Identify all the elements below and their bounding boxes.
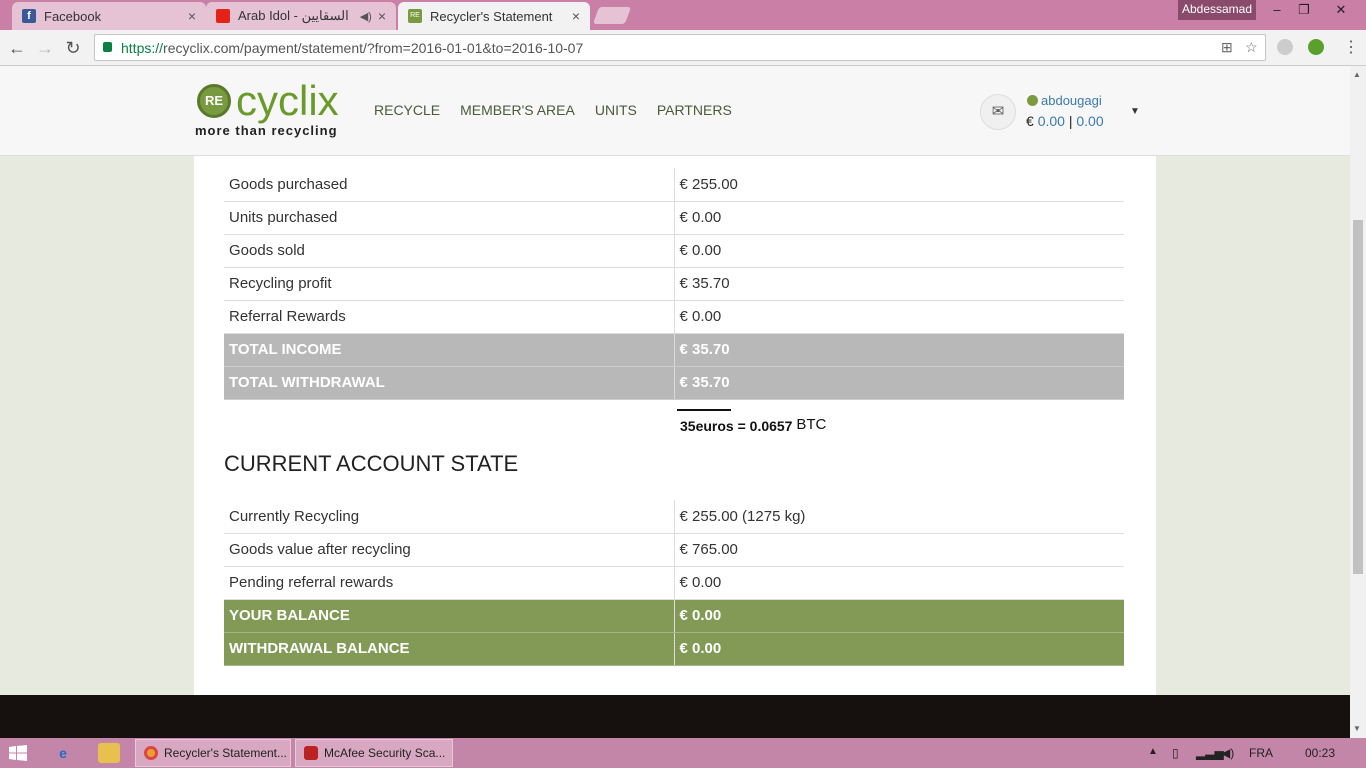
statement-table: Goods purchased € 255.00 Units purchased €… [224,168,1124,400]
menu-icon[interactable]: ⋮ [1340,37,1362,59]
nav-partners[interactable]: PARTNERS [657,102,732,118]
page-viewport: RE cyclix more than recycling RECYCLE ME… [0,66,1350,738]
nav-members-area[interactable]: MEMBER'S AREA [460,102,575,118]
scroll-up-icon[interactable]: ▲ [1353,70,1361,79]
chevron-down-icon[interactable]: ▼ [1130,106,1140,117]
url-text[interactable]: https://recyclix.com/payment/statement/?… [121,40,583,56]
tab-arab-idol[interactable]: Arab Idol - السقايين ◀) × [206,2,396,30]
volume-icon[interactable]: ◀) [1221,746,1234,760]
nav-recycle[interactable]: RECYCLE [374,102,440,118]
nav-units[interactable]: UNITS [595,102,637,118]
file-explorer-icon[interactable] [98,743,120,763]
close-window-icon[interactable]: ✕ [1323,0,1359,20]
tray-chevron-up-icon[interactable]: ▲ [1148,746,1158,757]
chrome-icon [144,746,158,760]
statement-panel: Goods purchased € 255.00 Units purchased €… [194,156,1156,696]
logo-tagline: more than recycling [195,123,338,138]
lock-icon [103,42,112,52]
your-balance-row: YOUR BALANCE € 0.00 [224,599,1124,633]
back-icon[interactable]: ← [6,37,28,59]
youtube-icon [216,9,230,23]
reload-icon[interactable]: ↻ [62,37,84,59]
site-header: RE cyclix more than recycling RECYCLE ME… [0,66,1350,156]
main-nav: RECYCLE MEMBER'S AREA UNITS PARTNERS [374,102,732,118]
clock[interactable]: 00:23 [1305,746,1335,760]
forward-icon[interactable]: → [34,37,56,59]
handwritten-underline [677,409,731,411]
table-row: Referral Rewards € 0.00 [224,300,1124,334]
account-state-table: Currently Recycling € 255.00 (1275 kg) Go… [224,500,1124,666]
total-income-row: TOTAL INCOME € 35.70 [224,333,1124,367]
mcafee-icon [304,746,318,760]
total-withdrawal-row: TOTAL WITHDRAWAL € 35.70 [224,366,1124,400]
close-icon[interactable]: × [188,8,196,24]
extension-leaf-icon[interactable] [1308,39,1324,55]
table-row: Goods sold € 0.00 [224,234,1124,268]
table-row: Units purchased € 0.00 [224,201,1124,235]
online-status-icon [1027,95,1038,106]
site-footer [0,695,1350,738]
tab-title: Arab Idol - السقايين [238,8,349,23]
audio-icon[interactable]: ◀) [360,10,372,23]
table-row: Recycling profit € 35.70 [224,267,1124,301]
btc-annotation: 35euros = 0.0657 BTC [680,416,827,434]
close-icon[interactable]: × [572,8,580,24]
scroll-down-icon[interactable]: ▼ [1353,724,1361,733]
close-icon[interactable]: × [378,8,386,24]
new-tab-button[interactable] [592,7,632,24]
address-bar[interactable]: https://recyclix.com/payment/statement/?… [94,34,1266,61]
username-link[interactable]: abdougagi [1041,93,1102,108]
taskbar-item-mcafee[interactable]: McAfee Security Sca... [295,739,453,767]
tray-device-icon[interactable]: ▯ [1172,746,1179,760]
windows-start-icon[interactable] [9,745,27,761]
tab-recyclers-statement[interactable]: RE Recycler's Statement × [398,2,590,30]
table-row: Goods value after recycling € 765.00 [224,533,1124,567]
tab-title: Recycler's Statement [430,8,553,24]
table-row: Pending referral rewards € 0.00 [224,566,1124,600]
section-title: CURRENT ACCOUNT STATE [224,451,519,476]
mail-icon[interactable]: ✉ [980,94,1016,130]
browser-toolbar: ← → ↻ https://recyclix.com/payment/state… [0,30,1366,66]
facebook-icon: f [22,9,36,23]
os-taskbar: e Recycler's Statement... McAfee Securit… [0,738,1366,768]
network-signal-icon[interactable]: ▂▃▅ [1196,746,1224,760]
table-row: Currently Recycling € 255.00 (1275 kg) [224,500,1124,534]
user-balance: € 0.00 | 0.00 [1026,113,1104,129]
table-row: Goods purchased € 255.00 [224,168,1124,202]
logo-wordmark[interactable]: cyclix [236,78,339,124]
tab-facebook[interactable]: f Facebook × [12,2,206,30]
recyclix-favicon-icon: RE [408,9,422,23]
skype-extension-icon[interactable] [1277,39,1293,55]
vertical-scrollbar[interactable]: ▲ ▼ [1350,66,1366,738]
taskbar-item-chrome[interactable]: Recycler's Statement... [135,739,291,767]
translate-icon[interactable]: ⊞ [1221,39,1233,56]
input-language[interactable]: FRA [1249,746,1273,760]
scroll-thumb[interactable] [1353,220,1363,574]
internet-explorer-icon[interactable]: e [52,743,74,763]
withdrawal-balance-row: WITHDRAWAL BALANCE € 0.00 [224,632,1124,666]
window-user-badge[interactable]: Abdessamad [1178,0,1256,20]
logo-badge[interactable]: RE [197,84,231,118]
tab-title: Facebook [44,8,102,24]
bookmark-star-icon[interactable]: ☆ [1245,39,1258,56]
restore-icon[interactable]: ❐ [1287,0,1321,20]
browser-tab-strip: f Facebook × Arab Idol - السقايين ◀) × R… [0,0,1366,30]
